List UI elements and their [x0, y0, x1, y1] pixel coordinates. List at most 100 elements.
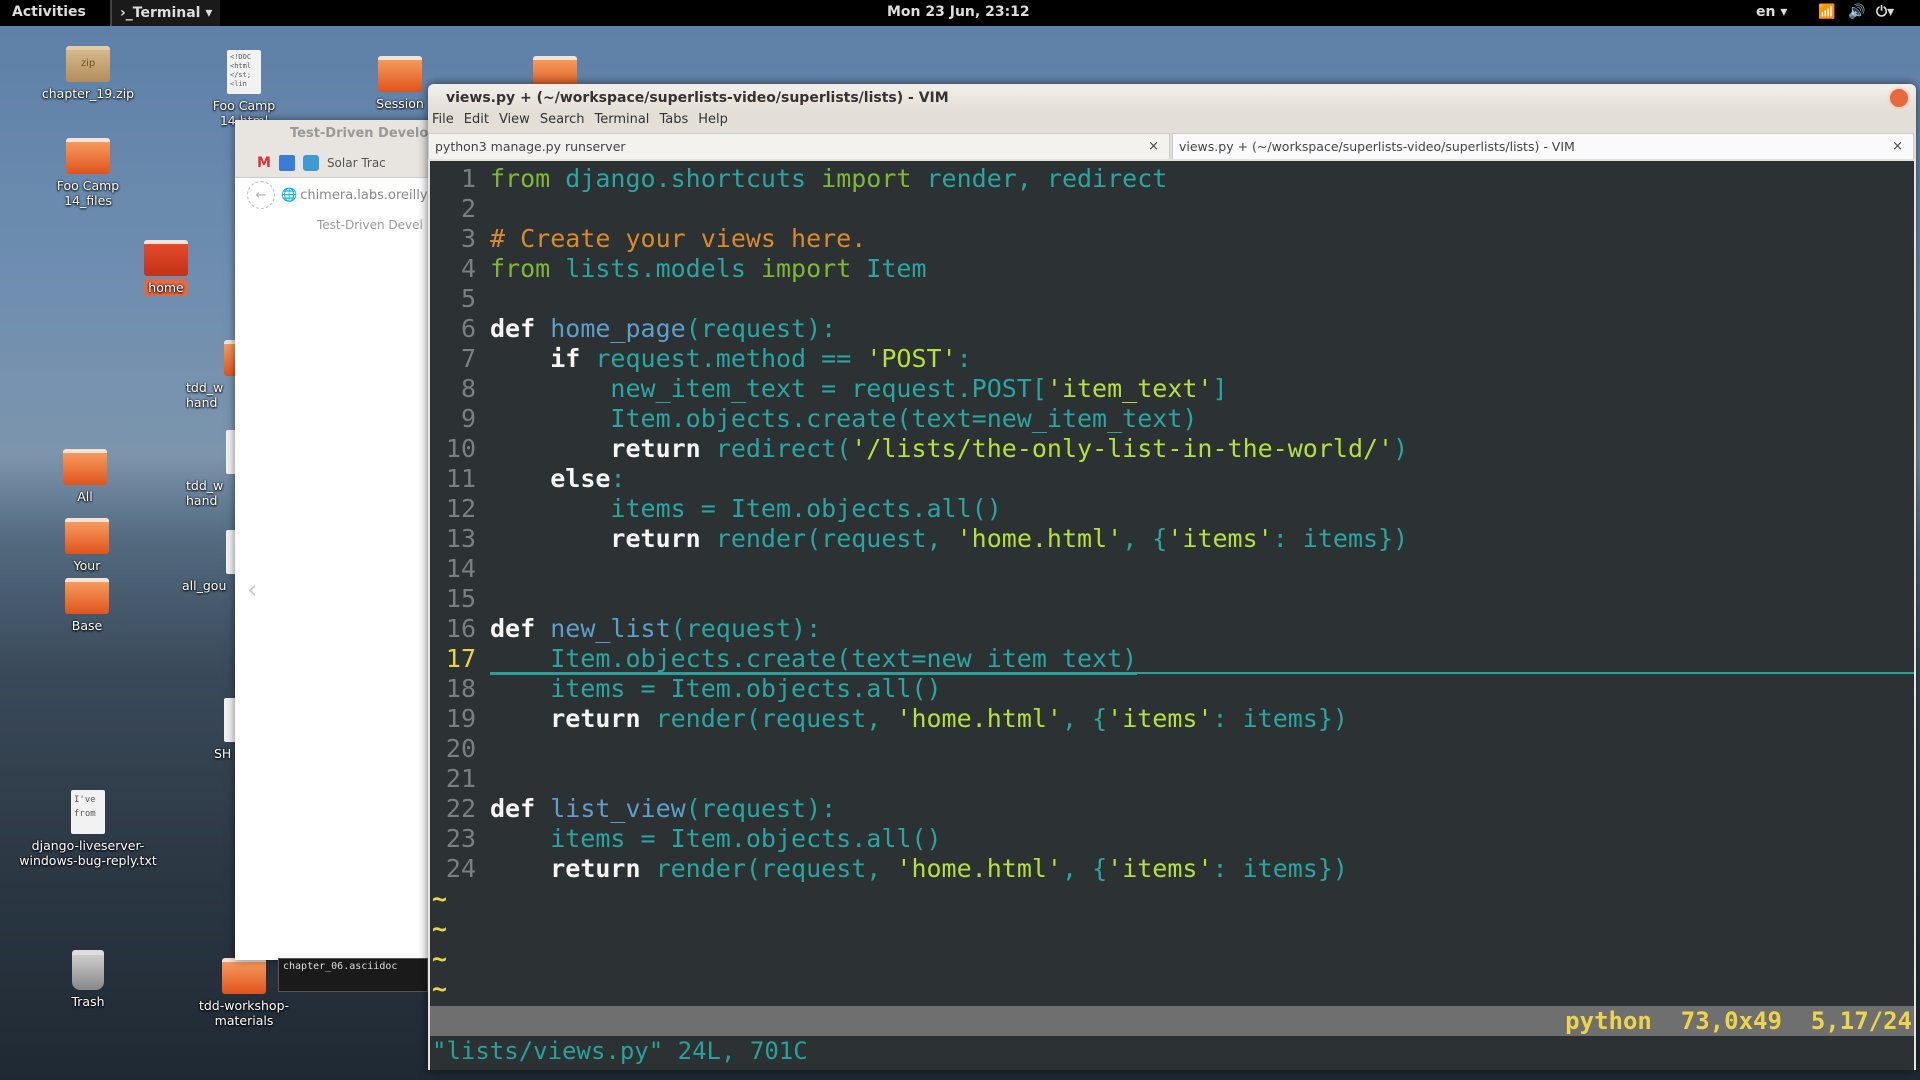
desktop-icon-chapter-19-zip[interactable]: zip chapter_19.zip [33, 46, 143, 101]
code-token: django.shortcuts [565, 164, 822, 193]
tab-label: views.py + (~/workspace/superlists-video… [1179, 139, 1575, 154]
vim-command-line[interactable]: "lists/views.py" 24L, 701C [430, 1036, 1914, 1066]
folder-icon [66, 138, 110, 174]
menu-tabs[interactable]: Tabs [659, 112, 688, 132]
vim-window[interactable]: views.py + (~/workspace/superlists-video… [428, 84, 1916, 1070]
code-token: Item.objects.create(text=new_item_text) [490, 404, 1198, 433]
code-line[interactable]: 19 return render(request, 'home.html', {… [430, 704, 1914, 734]
close-window-button[interactable] [1890, 89, 1908, 107]
desktop-icon-label: Foo Camp 14_files [56, 178, 120, 208]
desktop-icon-django-liveserver-txt[interactable]: I've from django-liveserver-windows-bug-… [18, 790, 158, 868]
bookmark-solar-trac[interactable]: Solar Trac [327, 156, 386, 170]
line-number: 6 [460, 314, 476, 343]
wifi-icon[interactable]: 📶 [1818, 4, 1835, 20]
desktop-icon-all-gou[interactable]: all_gou [182, 530, 242, 593]
close-icon[interactable]: × [1148, 139, 1159, 154]
vim-statusline: lists/views.py [+] python 73,0x49 5,17/2… [430, 1006, 1914, 1065]
code-line[interactable]: 1 from django.shortcuts import render, re… [430, 164, 1914, 194]
code-line[interactable]: 18 items = Item.objects.all() [430, 674, 1914, 704]
code-line[interactable]: 9 Item.objects.create(text=new_item_text… [430, 404, 1914, 434]
code-line[interactable]: 14 [430, 554, 1914, 584]
activities-button[interactable]: Activities [12, 4, 86, 20]
tab-vim[interactable]: views.py + (~/workspace/superlists-video… [1172, 133, 1914, 159]
desktop-icon-trash[interactable]: Trash [33, 950, 143, 1009]
desktop-icon-home[interactable]: home [111, 240, 221, 296]
code-text: Item.objects.create(text=new_item_text) [490, 644, 1138, 675]
volume-icon[interactable]: 🔊 [1848, 4, 1865, 20]
menu-terminal[interactable]: Terminal [594, 112, 649, 132]
mini-terminal[interactable]: chapter_06.asciidoc [278, 958, 428, 992]
close-icon[interactable]: × [1892, 139, 1903, 154]
code-text: # Create your views here. [490, 224, 866, 253]
zip-archive-icon: zip [66, 46, 110, 82]
code-line[interactable]: 2 [430, 194, 1914, 224]
code-line[interactable]: 6 def home_page(request): [430, 314, 1914, 344]
desktop-icon-foo-camp-html[interactable]: <!DOC <html </st; <lin Foo Camp 14.html [189, 50, 299, 128]
desktop-icon-all[interactable]: All [30, 449, 140, 504]
bookmarks-bar: M Solar Trac [235, 148, 435, 178]
code-token: : items}) [1212, 704, 1348, 733]
folder-icon [378, 56, 422, 92]
code-line[interactable]: 17 Item.objects.create(text=new_item_tex… [430, 644, 1914, 675]
status-cursor-position: 5,17/24 [1810, 1007, 1912, 1035]
line-number: 18 [445, 674, 476, 703]
code-line[interactable]: 16 def new_list(request): [430, 614, 1914, 644]
code-line[interactable]: 4 from lists.models import Item [430, 254, 1914, 284]
clock[interactable]: Mon 23 Jun, 23:12 [887, 4, 1030, 20]
desktop-icon-label: Base [71, 618, 103, 633]
gmail-icon[interactable]: M [257, 155, 271, 171]
code-line[interactable]: 20 [430, 734, 1914, 764]
code-token: render(request, [655, 704, 897, 733]
code-line[interactable]: 24 return render(request, 'home.html', {… [430, 854, 1914, 884]
power-icon[interactable]: ⏻▾ [1876, 4, 1894, 20]
language-selector[interactable]: en ▾ [1756, 4, 1787, 20]
line-number: 20 [445, 734, 476, 763]
code-token: 'home.html' [896, 704, 1062, 733]
code-line[interactable]: 11 else: [430, 464, 1914, 494]
twitter-icon[interactable] [302, 154, 319, 171]
menu-bar: File Edit View Search Terminal Tabs Help [428, 112, 1916, 132]
code-text: new_item_text = request.POST['item_text'… [490, 374, 1227, 403]
home-folder-icon [144, 240, 188, 276]
menu-edit[interactable]: Edit [464, 112, 489, 132]
desktop-icon-foo-camp-files[interactable]: Foo Camp 14_files [33, 138, 143, 208]
code-line[interactable]: 10 return redirect('/lists/the-only-list… [430, 434, 1914, 464]
code-token: (request): [685, 794, 837, 823]
code-line[interactable]: 3 # Create your views here. [430, 224, 1914, 254]
app-menu-terminal[interactable]: ›_Terminal ▾ [110, 0, 221, 26]
browser-window[interactable]: Test-Driven Developme M Solar Trac ← 🌐 c… [235, 120, 435, 960]
folder-icon [63, 449, 107, 485]
code-line[interactable]: 22 def list_view(request): [430, 794, 1914, 824]
code-line[interactable]: 23 items = Item.objects.all() [430, 824, 1914, 854]
code-line[interactable]: 8 new_item_text = request.POST['item_tex… [430, 374, 1914, 404]
code-line[interactable]: 12 items = Item.objects.all() [430, 494, 1914, 524]
code-line[interactable]: 5 [430, 284, 1914, 314]
back-arrow-icon[interactable]: ← [247, 181, 275, 209]
code-token: 'items' [1107, 704, 1213, 733]
desktop-icon-your[interactable]: Your [32, 518, 142, 573]
url-bar[interactable]: ← 🌐 chimera.labs.oreilly [235, 178, 435, 212]
code-line[interactable]: 15 [430, 584, 1914, 614]
empty-line-tilde: ~ [432, 974, 448, 1003]
menu-file[interactable]: File [432, 112, 454, 132]
code-token: redirect( [715, 434, 852, 463]
code-line[interactable]: 7 if request.method == 'POST': [430, 344, 1914, 374]
line-number: 15 [445, 584, 476, 613]
menu-search[interactable]: Search [540, 112, 585, 132]
code-token: def [490, 314, 551, 343]
bookmark-icon[interactable] [278, 154, 295, 171]
chevron-left-icon[interactable]: ‹ [247, 575, 257, 605]
code-token: (request): [670, 614, 822, 643]
code-line[interactable]: 21 [430, 764, 1914, 794]
menu-help[interactable]: Help [698, 112, 728, 132]
code-token: return [610, 524, 716, 553]
desktop-icon-base[interactable]: Base [32, 578, 142, 633]
menu-view[interactable]: View [499, 112, 530, 132]
code-editor[interactable]: 1 from django.shortcuts import render, re… [430, 161, 1914, 1070]
status-filetype: python [1565, 1007, 1652, 1035]
tab-runserver[interactable]: python3 manage.py runserver × [428, 133, 1170, 159]
code-line[interactable]: 13 return render(request, 'home.html', {… [430, 524, 1914, 554]
code-text: return render(request, 'home.html', {'it… [490, 524, 1408, 553]
